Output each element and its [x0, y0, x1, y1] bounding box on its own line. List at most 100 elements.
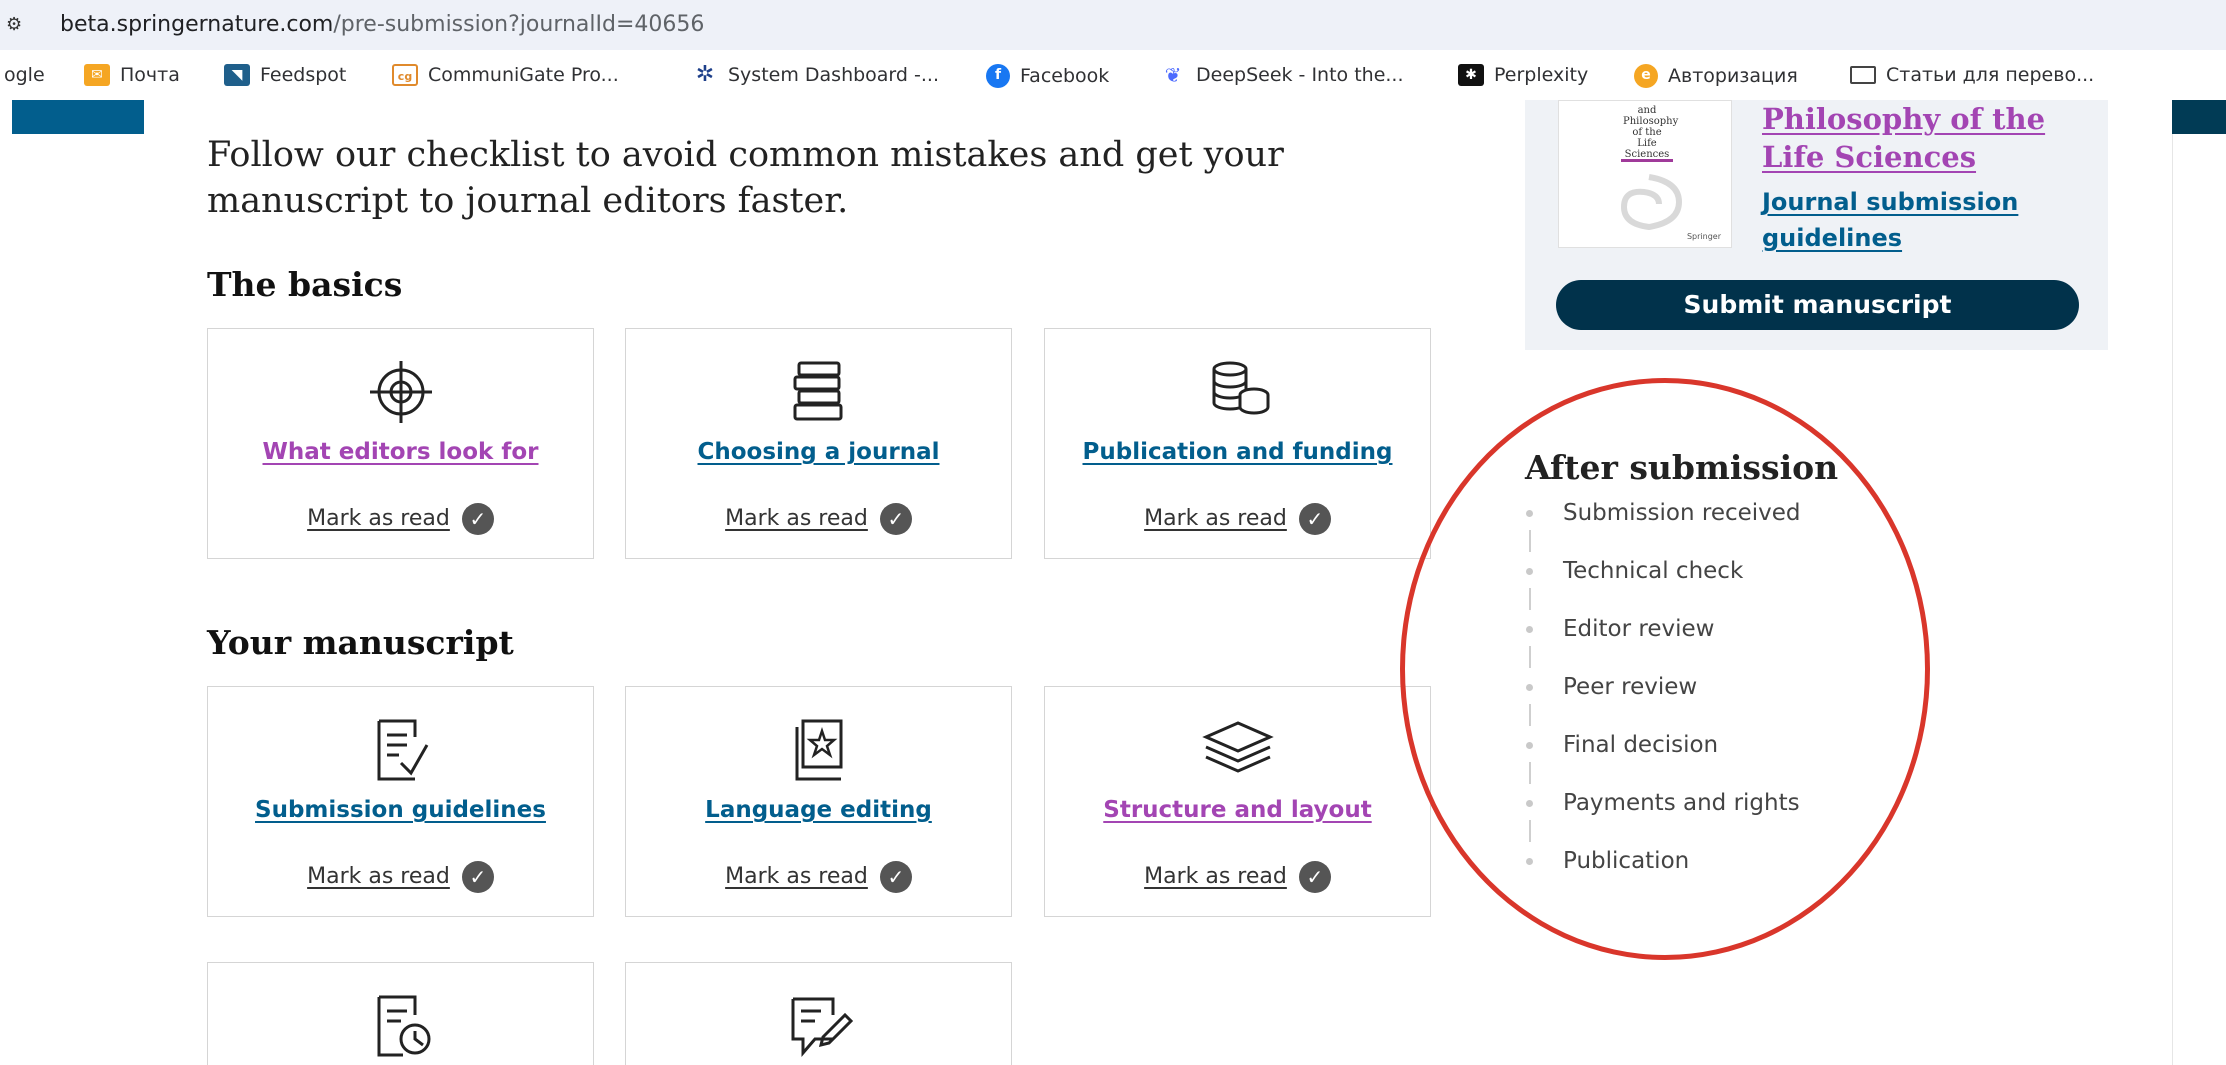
checkmark-icon: ✓	[1298, 503, 1331, 535]
checkmark-icon: ✓	[879, 503, 912, 535]
timeline-step: Technical check	[1525, 558, 1743, 584]
timeline-step: Publication	[1525, 848, 1689, 874]
site-settings-icon[interactable]: ⚙	[6, 14, 30, 36]
timeline-step: Final decision	[1525, 732, 1718, 758]
coins-icon	[1212, 361, 1269, 415]
timeline-step: Peer review	[1525, 674, 1697, 700]
timeline-connector	[1529, 646, 1531, 668]
bullet-icon	[1526, 625, 1533, 633]
bookmark-facebook[interactable]: f Facebook	[986, 64, 1109, 88]
checkmark-icon: ✓	[879, 861, 912, 893]
mark-as-read-button[interactable]: Mark as read ✓	[208, 503, 593, 535]
timeline-step-label: Submission received	[1563, 500, 1801, 526]
mark-as-read-button[interactable]: Mark as read ✓	[626, 861, 1011, 893]
mark-as-read-label: Mark as read	[1144, 864, 1287, 889]
url-host: beta.springernature.com	[60, 12, 334, 37]
bullet-icon	[1526, 799, 1533, 807]
card-link-choosing-journal[interactable]: Choosing a journal	[626, 439, 1011, 465]
bullet-icon	[1526, 683, 1533, 691]
url-path: /pre-submission?journalId=40656	[333, 12, 705, 37]
timeline-connector	[1529, 762, 1531, 784]
cover-text: and	[1637, 105, 1657, 116]
journal-title-line: Philosophy of the	[1762, 102, 2046, 136]
bookmark-label: Facebook	[1020, 65, 1110, 87]
bookmark-feedspot[interactable]: ◥ Feedspot	[224, 64, 346, 86]
timeline-step-label: Payments and rights	[1563, 790, 1800, 816]
jira-icon: ✲	[695, 62, 715, 87]
checkmark-icon: ✓	[461, 861, 494, 893]
mark-as-read-label: Mark as read	[725, 506, 868, 531]
checkmark-icon: ✓	[1298, 861, 1331, 893]
bookmark-label: Авторизация	[1668, 65, 1798, 87]
deepseek-icon: ❦	[1164, 63, 1182, 87]
timeline-step-label: Publication	[1563, 848, 1690, 874]
mark-as-read-button[interactable]: Mark as read ✓	[208, 861, 593, 893]
layers-icon	[1201, 721, 1274, 773]
mark-as-read-button[interactable]: Mark as read ✓	[1045, 503, 1430, 535]
bullet-icon	[1526, 509, 1533, 517]
timeline-step: Payments and rights	[1525, 790, 1800, 816]
card-choosing-journal: Choosing a journal Mark as read ✓	[625, 328, 1012, 559]
edit-comment-icon	[791, 997, 853, 1058]
bookmark-auth[interactable]: e Авторизация	[1634, 64, 1798, 88]
section-title-basics: The basics	[207, 265, 403, 304]
cover-spiral-graphic	[1620, 174, 1683, 231]
bookmark-perplexity[interactable]: ✱ Perplexity	[1458, 64, 1588, 86]
mark-as-read-label: Mark as read	[725, 864, 868, 889]
facebook-icon: f	[986, 64, 1010, 88]
timeline-connector	[1529, 820, 1531, 842]
card-structure-layout: Structure and layout Mark as read ✓	[1044, 686, 1431, 917]
scrollbar-track[interactable]	[2172, 134, 2226, 1065]
bookmark-communigate[interactable]: cg CommuniGate Pro...	[392, 64, 619, 86]
books-icon	[793, 361, 842, 421]
timeline-step-label: Editor review	[1563, 616, 1715, 642]
card-publication-funding: Publication and funding Mark as read ✓	[1044, 328, 1431, 559]
auth-icon: e	[1634, 64, 1658, 88]
cover-text: Life	[1637, 138, 1657, 149]
header-strip-right	[2172, 100, 2226, 134]
card-link-submission-guidelines[interactable]: Submission guidelines	[208, 797, 593, 823]
journal-title-link[interactable]: Philosophy of the Life Sciences	[1762, 100, 2045, 176]
target-icon	[369, 361, 432, 423]
card-what-editors: What editors look for Mark as read ✓	[207, 328, 594, 559]
journal-title-line: Life Sciences	[1762, 140, 1977, 174]
timeline-step-label: Technical check	[1563, 558, 1744, 584]
journal-cover-image: and Philosophy of the Life Sciences Spri…	[1558, 100, 1732, 248]
submit-manuscript-button[interactable]: Submit manuscript	[1556, 280, 2079, 330]
bookmark-label: Feedspot	[260, 64, 347, 86]
card-link-publication-funding[interactable]: Publication and funding	[1045, 439, 1430, 465]
address-bar[interactable]: ⚙ beta.springernature.com/pre-submission…	[0, 0, 2226, 50]
timeline-step-label: Peer review	[1563, 674, 1698, 700]
card-language-editing: Language editing Mark as read ✓	[625, 686, 1012, 917]
folder-icon	[1850, 66, 1876, 84]
bookmark-google[interactable]: ogle	[4, 64, 45, 86]
url-text[interactable]: beta.springernature.com/pre-submission?j…	[60, 12, 704, 37]
bookmark-label: Статьи для перево...	[1886, 64, 2095, 86]
card-link-language-editing[interactable]: Language editing	[626, 797, 1011, 823]
perplexity-icon: ✱	[1458, 64, 1484, 86]
mark-as-read-label: Mark as read	[307, 506, 450, 531]
feedspot-icon: ◥	[224, 64, 250, 86]
mark-as-read-button[interactable]: Mark as read ✓	[626, 503, 1011, 535]
header-strip	[12, 100, 144, 134]
mark-as-read-button[interactable]: Mark as read ✓	[1045, 861, 1430, 893]
bookmark-system-dashboard[interactable]: ✲ System Dashboard -...	[692, 62, 939, 87]
bookmark-folder[interactable]: Статьи для перево...	[1850, 64, 2094, 86]
star-book-icon	[795, 719, 842, 781]
mark-as-read-label: Mark as read	[307, 864, 450, 889]
bullet-icon	[1526, 741, 1533, 749]
bookmark-mail[interactable]: ✉ Почта	[84, 64, 180, 86]
timeline-connector	[1529, 704, 1531, 726]
timeline-step-label: Final decision	[1563, 732, 1719, 758]
cover-text: of the	[1632, 127, 1662, 138]
timeline-connector	[1529, 530, 1531, 552]
card-partial-2	[625, 962, 1012, 1065]
bullet-icon	[1526, 857, 1533, 865]
bookmark-deepseek[interactable]: ❦ DeepSeek - Into the...	[1160, 64, 1404, 86]
journal-guidelines-link[interactable]: Journal submission guidelines	[1762, 184, 2052, 256]
bookmark-label: Почта	[120, 64, 180, 86]
timeline-step: Editor review	[1525, 616, 1714, 642]
card-link-what-editors[interactable]: What editors look for	[208, 439, 593, 465]
card-submission-guidelines: Submission guidelines Mark as read ✓	[207, 686, 594, 917]
card-link-structure-layout[interactable]: Structure and layout	[1045, 797, 1430, 823]
